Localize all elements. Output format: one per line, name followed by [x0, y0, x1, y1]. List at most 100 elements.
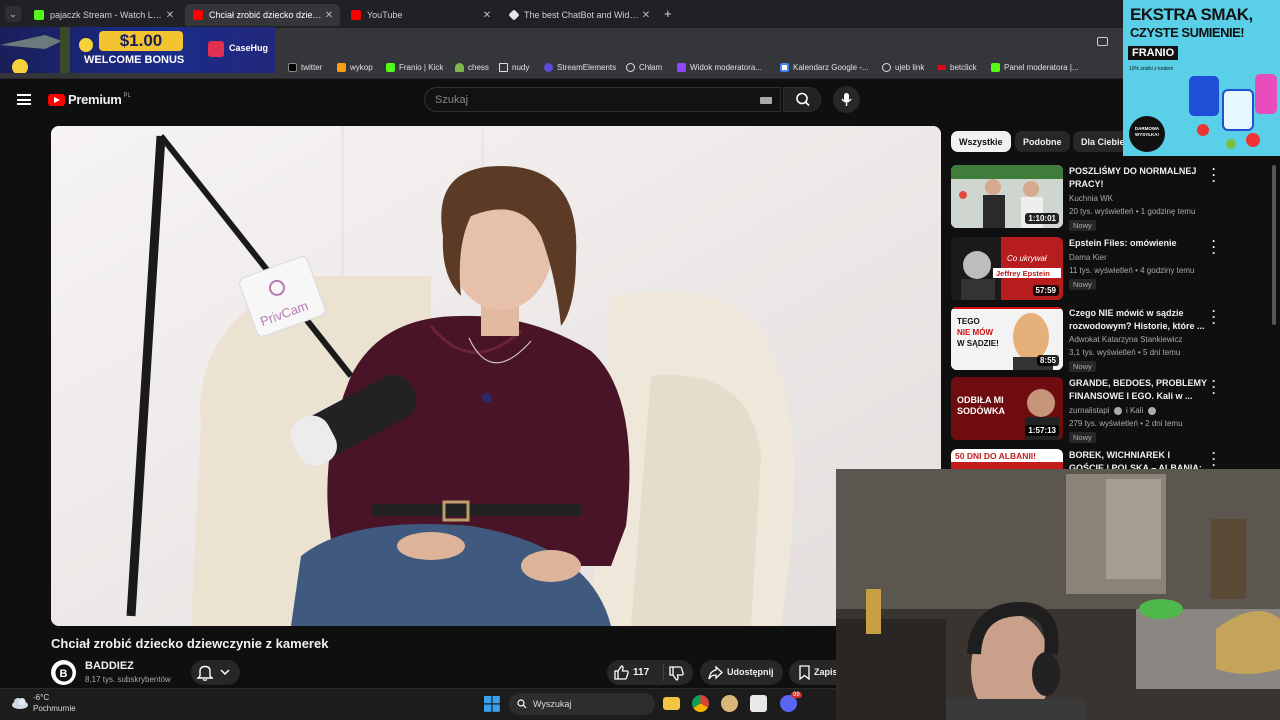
recommendation-title[interactable]: Epstein Files: omówienie [1069, 237, 1207, 250]
channel-name-primary: zurnalistapl [1069, 406, 1110, 415]
taskbar-search-input[interactable] [509, 693, 649, 715]
keyboard-icon[interactable] [760, 97, 772, 104]
video-thumbnail[interactable]: ODBIŁA MI SODÓWKA 1:57:13 [951, 377, 1063, 440]
recommendation-item[interactable]: Co ukrywał Jeffrey Epstein 57:59 Epstein… [951, 235, 1271, 303]
video-thumbnail[interactable]: 1:10:01 [951, 165, 1063, 228]
video-player[interactable]: PrivCam [51, 126, 941, 626]
app-icon[interactable] [721, 695, 738, 712]
ad-headline-1: EKSTRA SMAK, [1130, 5, 1253, 24]
recommendation-meta: 11 tys. wyświetleń • 4 godziny temu [1069, 266, 1195, 275]
voice-search-button[interactable] [833, 86, 860, 113]
recommendation-title[interactable]: Czego NIE mówić w sądzie rozwodowym? His… [1069, 307, 1207, 333]
bookmark-kalendarz[interactable]: Kalendarz Google -... [780, 60, 869, 74]
channel-name[interactable]: BADDIEZ [85, 660, 134, 672]
bookmark-label: betclick [950, 62, 977, 72]
dislike-icon[interactable] [668, 665, 685, 682]
windows-taskbar [0, 688, 836, 720]
recommendation-channel[interactable]: zurnalistapl i Kali [1069, 406, 1156, 415]
menu-icon[interactable] [17, 94, 31, 105]
notification-bell-button[interactable] [191, 660, 240, 685]
thumbnail-text: SODÓWKA [957, 405, 1005, 416]
video-thumbnail[interactable]: Co ukrywał Jeffrey Epstein 57:59 [951, 237, 1063, 300]
like-count: 117 [633, 667, 650, 678]
bookmark-ujeb-link[interactable]: ujeb link [882, 60, 924, 74]
recommendation-channel[interactable]: Adwokat Katarzyna Stankiewicz [1069, 335, 1182, 344]
app-icon[interactable] [750, 695, 767, 712]
youtube-header: Premium PL [0, 80, 1280, 120]
recommendation-item[interactable]: 50 DNI DO ALBANII! BOREK, WICHNIAREK I G… [951, 449, 1271, 469]
recommendation-item[interactable]: ODBIŁA MI SODÓWKA 1:57:13 GRANDE, BEDOES… [951, 375, 1271, 443]
recommendation-channel[interactable]: Kuchnia WK [1069, 194, 1113, 203]
bookmark-nudy[interactable]: nudy [499, 60, 529, 74]
tab-search-button[interactable]: ⌄ [5, 6, 21, 22]
video-duration: 1:10:01 [1025, 213, 1059, 224]
chip-all[interactable]: Wszystkie [951, 131, 1011, 152]
new-badge: Nowy [1069, 432, 1096, 443]
youtube-logo[interactable]: Premium PL [48, 92, 131, 107]
bookmark-panel-moderatora[interactable]: Panel moderatora |... [991, 60, 1079, 74]
bookmark-streamelements[interactable]: StreamElements [544, 60, 616, 74]
streamelements-icon [508, 9, 520, 21]
casehug-logo-icon [208, 41, 224, 57]
more-options-icon[interactable]: · · · [1210, 163, 1218, 187]
kick-icon [991, 62, 1000, 72]
recommendation-channel[interactable]: Dama Kier [1069, 253, 1107, 262]
tab-kick-stream[interactable]: pajaczk Stream - Watch Live on ✕ [26, 4, 181, 26]
free-shipping-text: DARMOWA WYSYŁKA! [1134, 126, 1160, 137]
subscriber-count: 8,17 tys. subskrybentów [85, 675, 171, 684]
tab-youtube-video[interactable]: Chciał zrobić dziecko dziewczyn ✕ [185, 4, 340, 26]
more-options-icon[interactable]: · · · [1210, 449, 1218, 469]
more-options-icon[interactable]: · · · [1210, 375, 1218, 399]
channel-avatar[interactable]: B [51, 660, 76, 685]
microphone-icon [841, 93, 852, 106]
tab-youtube-home[interactable]: YouTube ✕ [343, 4, 498, 26]
calendar-icon [780, 62, 789, 72]
recommendation-item[interactable]: TEGO NIE MÓW W SĄDZIE! 8:55 Czego NIE mó… [951, 305, 1271, 373]
browser-tab-strip: ⌄ pajaczk Stream - Watch Live on ✕ Chcia… [0, 0, 1280, 28]
video-thumbnail[interactable]: 50 DNI DO ALBANII! [951, 449, 1063, 469]
video-thumbnail[interactable]: TEGO NIE MÓW W SĄDZIE! 8:55 [951, 307, 1063, 370]
close-icon[interactable]: ✕ [163, 10, 177, 21]
bookmark-chess[interactable]: chess [455, 60, 489, 74]
windows-start-icon[interactable] [484, 696, 500, 712]
close-icon[interactable]: ✕ [322, 10, 336, 21]
bookmark-label: wykop [350, 62, 373, 72]
chip-related[interactable]: Podobne [1015, 131, 1070, 152]
new-tab-button[interactable]: + [664, 6, 672, 21]
cloudy-weather-icon[interactable] [11, 697, 29, 709]
file-explorer-icon[interactable] [663, 697, 680, 710]
like-icon[interactable] [613, 664, 630, 681]
weather-description[interactable]: Pochmurnie [33, 704, 76, 713]
bookmark-betclick[interactable]: betclick [937, 60, 977, 74]
more-options-icon[interactable]: · · · [1210, 305, 1218, 329]
folder-icon [499, 62, 508, 72]
weather-temperature[interactable]: -6°C [33, 693, 49, 702]
thumbnail-text: 50 DNI DO ALBANII! [955, 451, 1036, 461]
bookmark-franio-kick[interactable]: Franio | Kick [386, 60, 443, 74]
baddiez-logo-icon: B [55, 664, 72, 681]
close-icon[interactable]: ✕ [639, 10, 653, 21]
search-input[interactable] [425, 88, 745, 111]
search-button[interactable] [783, 87, 821, 112]
bookmark-twitter[interactable]: twitter [288, 60, 322, 74]
bookmark-chlam[interactable]: Chłam [626, 60, 662, 74]
chess-icon [455, 62, 464, 72]
recommendation-title[interactable]: POSZLIŚMY DO NORMALNEJ PRACY! [1069, 165, 1207, 191]
bookmark-label: Panel moderatora |... [1004, 62, 1079, 72]
close-icon[interactable]: ✕ [480, 10, 494, 21]
recommendation-title[interactable]: BOREK, WICHNIAREK I GOŚCIE | POLSKA – AL… [1069, 449, 1207, 469]
bookmark-wykop[interactable]: wykop [337, 60, 373, 74]
chrome-icon[interactable] [692, 695, 709, 712]
more-options-icon[interactable]: · · · [1210, 235, 1218, 259]
recommendations-scrollbar[interactable] [1272, 165, 1276, 325]
globe-icon [882, 62, 891, 72]
new-badge: Nowy [1069, 220, 1096, 231]
recommendation-title[interactable]: GRANDE, BEDOES, PROBLEMY FINANSOWE I EGO… [1069, 377, 1207, 403]
install-app-icon[interactable] [1097, 37, 1108, 46]
tab-chatbot[interactable]: The best ChatBot and Widgets ✕ [502, 4, 657, 26]
video-duration: 1:57:13 [1025, 425, 1059, 436]
recommendation-meta: 20 tys. wyświetleń • 1 godzinę temu [1069, 207, 1196, 216]
recommendation-item[interactable]: 1:10:01 POSZLIŚMY DO NORMALNEJ PRACY! Ku… [951, 163, 1271, 231]
bookmark-widok-moderatora[interactable]: Widok moderatora... [677, 60, 762, 74]
channel-name-secondary: i Kali [1125, 406, 1144, 415]
